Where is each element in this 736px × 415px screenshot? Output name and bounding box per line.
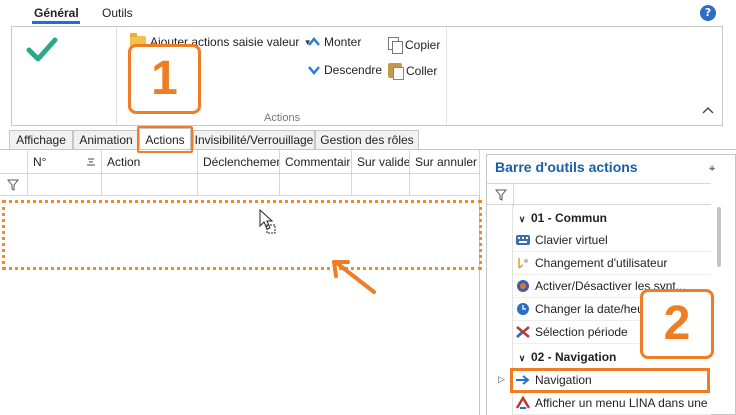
item-label: Clavier virtuel [535, 233, 608, 247]
item-label: Afficher un menu LINA dans une ... [535, 396, 711, 410]
step-callout-2: 2 [640, 289, 714, 359]
ribbon-group-label: Actions [264, 112, 301, 124]
filter-icon[interactable] [7, 179, 19, 191]
chevron-down-icon: ∨ [518, 214, 526, 224]
copy-label: Copier [405, 37, 441, 52]
filter-cell[interactable] [28, 174, 102, 196]
group-header-commun[interactable]: ∨ 01 - Commun [513, 207, 711, 229]
drop-zone-highlight [2, 200, 482, 270]
column-header-sur-annuler[interactable]: Sur annuler [410, 150, 480, 174]
filter-icon-cell [0, 174, 28, 196]
actions-grid[interactable]: N° Action Déclenchement Commentaire Sur … [0, 150, 480, 415]
filter-cell[interactable] [352, 174, 410, 196]
filter-divider [513, 184, 514, 206]
move-down-button[interactable]: Descendre [308, 63, 382, 77]
filter-cell[interactable] [280, 174, 352, 196]
list-item-changement-utilisateur[interactable]: Changement d'utilisateur [513, 252, 711, 275]
tab-affichage[interactable]: Affichage [9, 130, 73, 150]
drag-arrow-icon [332, 260, 376, 294]
active-tab-indicator [32, 21, 80, 24]
list-item-clavier-virtuel[interactable]: Clavier virtuel [513, 229, 711, 252]
clock-icon [517, 303, 529, 315]
expand-arrow-icon[interactable]: ▷ [498, 375, 505, 385]
arrow-down-icon [308, 66, 320, 75]
item-label: Sélection période [535, 325, 628, 339]
column-header-sur-valider[interactable]: Sur valider [352, 150, 410, 174]
user-switch-icon [518, 258, 528, 269]
toggle-sync-icon [517, 280, 529, 292]
move-up-button[interactable]: Monter [308, 35, 361, 49]
sort-icon[interactable] [86, 157, 96, 167]
navigation-item-highlight [510, 368, 710, 393]
panel-filter-row[interactable] [487, 183, 711, 206]
drag-cursor-icon [259, 208, 276, 234]
copy-button[interactable]: Copier [388, 37, 441, 54]
step-callout-1: 1 [128, 44, 201, 114]
filter-cell[interactable] [102, 174, 198, 196]
ribbon-separator [446, 27, 447, 125]
menu-icon [515, 396, 531, 409]
scrollbar-thumb[interactable] [717, 207, 721, 267]
ribbon-panel: Ajouter actions saisie valeur ▾ Monter D… [11, 26, 723, 126]
tab-animation[interactable]: Animation [73, 130, 139, 150]
grid-corner-cell [0, 150, 28, 174]
group-label: 02 - Navigation [531, 350, 617, 364]
column-header-declenchement[interactable]: Déclenchement [198, 150, 280, 174]
column-header-commentaire[interactable]: Commentaire [280, 150, 352, 174]
grid-filter-row [0, 174, 480, 196]
tab-gestion-des-roles[interactable]: Gestion des rôles [315, 130, 419, 150]
column-header-action[interactable]: Action [102, 150, 198, 174]
panel-scrollbar[interactable] [716, 205, 722, 415]
filter-icon[interactable] [495, 189, 507, 201]
arrow-up-icon [308, 37, 320, 46]
item-label: Changement d'utilisateur [535, 256, 668, 270]
chevron-up-icon[interactable] [702, 105, 714, 115]
filter-cell[interactable] [410, 174, 480, 196]
group-label: 01 - Commun [531, 211, 608, 225]
move-up-label: Monter [324, 35, 362, 49]
paste-label: Coller [406, 63, 438, 78]
filter-cell[interactable] [198, 174, 280, 196]
move-down-label: Descendre [324, 63, 383, 77]
question-circle-icon[interactable]: ? [700, 5, 716, 21]
pin-icon[interactable]: ⌖ [709, 162, 721, 175]
paste-icon [388, 63, 404, 80]
ribbon-tab-outils[interactable]: Outils [102, 6, 133, 20]
checkmark-icon[interactable] [26, 37, 58, 63]
paste-button[interactable]: Coller [388, 63, 438, 80]
grid-header: N° Action Déclenchement Commentaire Sur … [0, 150, 480, 174]
page-tab-bar: Affichage Animation Actions Invisibilité… [0, 128, 736, 150]
chevron-down-icon: ∨ [518, 353, 526, 363]
keyboard-icon [516, 235, 530, 245]
tab-actions-highlight [137, 126, 193, 153]
tab-invisibilite-verrouillage[interactable]: Invisibilité/Verrouillage [193, 130, 315, 150]
period-icon [516, 326, 530, 338]
list-item-afficher-menu-lina[interactable]: Afficher un menu LINA dans une ... [513, 392, 711, 415]
panel-title: Barre d'outils actions [495, 159, 638, 175]
ribbon-separator [116, 27, 117, 125]
ribbon-tab-bar: Général Outils ? [0, 0, 736, 26]
ribbon-tab-general[interactable]: Général [34, 6, 79, 20]
copy-icon [388, 37, 403, 54]
